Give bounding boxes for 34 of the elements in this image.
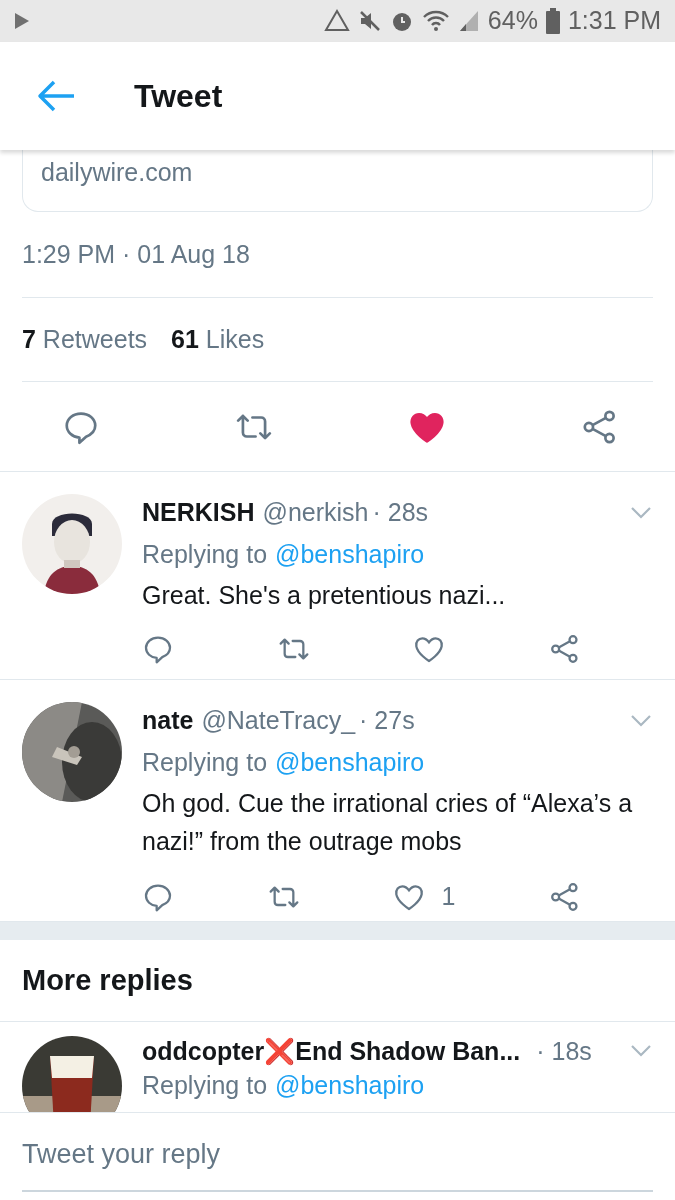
mention-link[interactable]: @benshapiro — [275, 1071, 425, 1099]
author-handle[interactable]: @NateTracy_ — [201, 702, 356, 740]
mention-link[interactable]: @benshapiro — [275, 747, 425, 776]
reply-time: · 18s — [536, 1036, 592, 1066]
link-domain: dailywire.com — [41, 157, 193, 188]
author-name[interactable]: oddcopter❌End Shadow Ban... — [142, 1036, 521, 1066]
page-title: Tweet — [134, 77, 223, 116]
mention-link[interactable]: @benshapiro — [275, 539, 425, 568]
battery-level: 64% — [487, 5, 538, 37]
wifi-icon — [421, 9, 450, 33]
mute-icon — [357, 9, 382, 33]
likes-count[interactable]: 61 Likes — [171, 320, 265, 359]
section-title: More replies — [22, 962, 193, 998]
replying-label: Replying to — [142, 539, 268, 568]
replying-label: Replying to — [142, 747, 268, 776]
play-icon — [14, 12, 30, 30]
clock: 1:31 PM — [567, 5, 661, 37]
like-count: 1 — [441, 881, 456, 912]
retweets-count[interactable]: 7 Retweets — [22, 320, 148, 359]
reply-time: · 28s — [372, 497, 429, 528]
tweet-timestamp: 1:29 PM · 01 Aug 18 — [22, 238, 250, 270]
author-name[interactable]: nate — [142, 702, 194, 740]
battery-icon — [545, 8, 560, 34]
reply-text: Oh god. Cue the irrational cries of “Alexa’s a nazi!” from the outrage mobs — [142, 788, 634, 857]
signal-icon — [457, 9, 480, 33]
author-name[interactable]: NERKISH — [142, 494, 255, 532]
replying-label: Replying to — [142, 1071, 268, 1099]
share-icon[interactable] — [548, 880, 581, 913]
back-arrow-icon[interactable] — [36, 79, 76, 113]
reply-time: · 27s — [359, 705, 415, 736]
author-handle[interactable]: @nerkish — [262, 494, 369, 532]
link-card[interactable]: dailywire.com — [22, 150, 653, 212]
reply-text: Great. She's a pretentious nazi... — [142, 580, 507, 611]
share-icon[interactable] — [548, 632, 581, 665]
